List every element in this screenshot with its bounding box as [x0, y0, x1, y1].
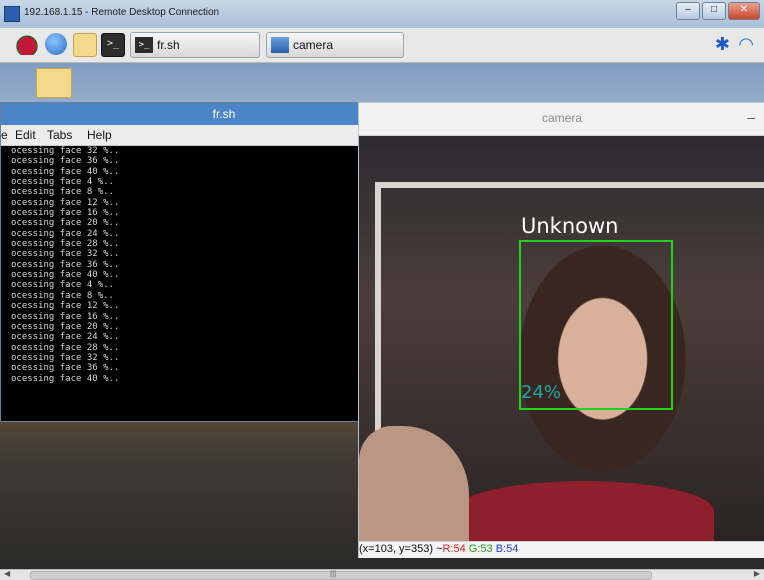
rdp-horizontal-scrollbar[interactable]: ◀ ||| ▶: [0, 569, 764, 580]
minimize-button[interactable]: –: [676, 2, 700, 20]
pixel-coords: (x=103, y=353) ~: [359, 543, 443, 555]
maximize-button[interactable]: □: [702, 2, 726, 20]
minimize-icon[interactable]: –: [747, 109, 755, 125]
rdp-window-controls: – □ ✕: [676, 2, 760, 20]
raspberry-menu-icon[interactable]: [16, 33, 38, 55]
remote-desktop: >_ >_ fr.sh camera ✱ ◠ fr.sh – □ ✕ e Edi…: [0, 28, 764, 569]
wifi-icon[interactable]: ◠: [738, 34, 754, 55]
file-manager-icon[interactable]: [73, 33, 97, 57]
scroll-right-icon[interactable]: ▶: [754, 569, 760, 578]
poster-shirt: [454, 481, 714, 541]
bluetooth-icon[interactable]: ✱: [715, 34, 730, 55]
camera-title-bar[interactable]: camera –: [359, 103, 764, 136]
pixel-r: R:54: [442, 543, 466, 555]
camera-title: camera: [541, 111, 582, 125]
menu-tabs[interactable]: Tabs: [47, 128, 72, 142]
terminal-icon: >_: [135, 37, 153, 53]
face-label: Unknown: [521, 214, 619, 238]
remote-desktop-icon: [4, 6, 20, 22]
folder-icon[interactable]: [36, 68, 72, 98]
pixel-g: G:53: [468, 543, 493, 555]
menu-help[interactable]: Help: [87, 128, 112, 142]
menu-file[interactable]: e: [1, 128, 8, 142]
taskbar-item-label: fr.sh: [157, 38, 180, 52]
camera-feed[interactable]: Unknown 24%: [359, 136, 764, 541]
face-confidence: 24%: [521, 382, 562, 403]
camera-statusbar: (x=103, y=353) ~ R:54 G:53 B:54: [359, 541, 764, 558]
pixel-b: B:54: [495, 543, 519, 555]
web-browser-icon[interactable]: [45, 33, 67, 55]
camera-window: camera – Unknown 24% (x=103, y=353) ~ R:…: [358, 102, 764, 558]
rdp-title-bar: 192.168.1.15 - Remote Desktop Connection…: [0, 0, 764, 29]
taskbar-item-frsh[interactable]: >_ fr.sh: [130, 32, 260, 58]
rdp-window-title: 192.168.1.15 - Remote Desktop Connection: [24, 7, 220, 18]
taskbar-item-camera[interactable]: camera: [266, 32, 404, 58]
taskbar-item-label: camera: [293, 38, 334, 52]
scroll-left-icon[interactable]: ◀: [4, 569, 10, 578]
panel-taskbar: >_ >_ fr.sh camera ✱ ◠: [0, 28, 764, 63]
window-icon: [271, 37, 289, 53]
menu-edit[interactable]: Edit: [15, 128, 36, 142]
scroll-grip-icon: |||: [330, 569, 337, 578]
terminal-icon[interactable]: >_: [101, 33, 125, 57]
close-button[interactable]: ✕: [728, 2, 760, 20]
